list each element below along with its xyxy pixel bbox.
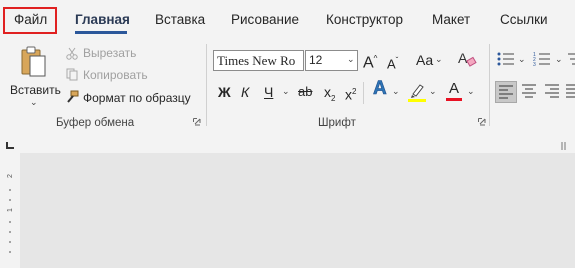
svg-text:A: A <box>458 50 468 66</box>
tab-file[interactable]: Файл <box>14 12 47 27</box>
cut-button[interactable]: Вырезать <box>83 46 136 60</box>
align-left-button[interactable] <box>495 81 517 103</box>
chevron-down-icon: ⌄ <box>555 54 563 64</box>
clear-formatting-icon[interactable]: A <box>457 50 477 68</box>
chevron-down-icon: ⌄ <box>347 54 355 64</box>
font-name-combobox[interactable]: Times New Ro <box>213 50 304 71</box>
ruler-tick-marks <box>561 142 566 150</box>
underline-button[interactable]: Ч <box>264 84 273 100</box>
format-painter-button[interactable]: Формат по образцу <box>83 91 191 105</box>
subscript-letter: x <box>324 84 331 100</box>
tab-design[interactable]: Конструктор <box>326 12 403 27</box>
italic-button[interactable]: К <box>241 84 249 100</box>
scissors-icon <box>66 47 78 60</box>
group-separator <box>489 44 490 126</box>
ribbon-home: Вставить ⌄ Вырезать Копировать Формат по… <box>0 40 575 132</box>
tab-references[interactable]: Ссылки <box>500 12 548 27</box>
tab-layout[interactable]: Макет <box>432 12 470 27</box>
shrink-font-icon[interactable]: Aˇ <box>387 53 398 72</box>
chevron-down-icon: ⌄ <box>392 86 400 96</box>
document-canvas[interactable] <box>20 153 575 268</box>
tab-home[interactable]: Главная <box>75 12 130 27</box>
clipboard-group-label: Буфер обмена <box>56 117 135 129</box>
align-center-icon[interactable] <box>522 84 536 98</box>
superscript-letter: x <box>345 86 352 103</box>
change-case-icon[interactable]: Aa <box>416 52 433 68</box>
chevron-down-icon: ⌄ <box>429 86 437 96</box>
grow-font-icon[interactable]: A^ <box>363 51 377 71</box>
vertical-ruler-scale: 2 1 <box>7 174 14 253</box>
superscript-button[interactable]: x2 <box>345 84 356 103</box>
vertical-ruler[interactable]: 2 1 <box>0 153 20 268</box>
horizontal-ruler[interactable] <box>0 131 575 153</box>
subscript-button[interactable]: x2 <box>324 84 335 107</box>
svg-text:3: 3 <box>533 62 536 66</box>
tab-draw[interactable]: Рисование <box>231 12 299 27</box>
font-size-value: 12 <box>309 53 323 67</box>
chevron-down-icon: ⌄ <box>435 54 443 64</box>
highlighter-icon[interactable] <box>408 82 426 102</box>
font-size-combobox[interactable]: 12 ⌄ <box>305 50 358 71</box>
align-left-icon <box>499 85 513 99</box>
paste-label: Вставить <box>10 83 61 97</box>
copy-button[interactable]: Копировать <box>83 68 148 82</box>
ribbon-tab-bar: Файл Главная Вставка Рисование Конструкт… <box>0 0 575 40</box>
align-right-icon[interactable] <box>545 84 559 98</box>
chevron-down-icon: ⌄ <box>30 97 38 107</box>
strikethrough-button[interactable]: ab <box>298 84 312 100</box>
bold-button[interactable]: Ж <box>218 84 231 100</box>
divider <box>363 82 364 104</box>
tab-stop-selector-icon[interactable] <box>5 142 15 150</box>
font-color-swatch <box>446 98 462 101</box>
chevron-down-icon: ⌄ <box>282 86 290 96</box>
clipboard-icon <box>21 46 46 77</box>
group-separator <box>206 44 207 126</box>
font-color-button[interactable]: A <box>449 81 459 97</box>
copy-icon <box>66 68 78 81</box>
svg-text:2: 2 <box>7 174 14 178</box>
dialog-launcher-icon[interactable] <box>478 118 486 126</box>
active-tab-indicator <box>75 31 127 34</box>
bullets-icon[interactable] <box>497 52 515 66</box>
chevron-down-icon: ⌄ <box>467 86 475 96</box>
text-effects-button[interactable]: A <box>373 79 387 99</box>
multilevel-list-icon[interactable] <box>566 52 575 66</box>
format-painter-icon <box>67 90 79 103</box>
dialog-launcher-icon[interactable] <box>193 118 201 126</box>
tab-insert[interactable]: Вставка <box>155 12 205 27</box>
font-group-label: Шрифт <box>318 117 356 129</box>
svg-text:1: 1 <box>7 208 14 212</box>
chevron-down-icon: ⌄ <box>518 54 526 64</box>
justify-icon[interactable] <box>566 84 575 98</box>
numbering-icon[interactable]: 1 2 3 <box>533 52 551 66</box>
paste-button[interactable]: Вставить ⌄ <box>8 44 61 114</box>
